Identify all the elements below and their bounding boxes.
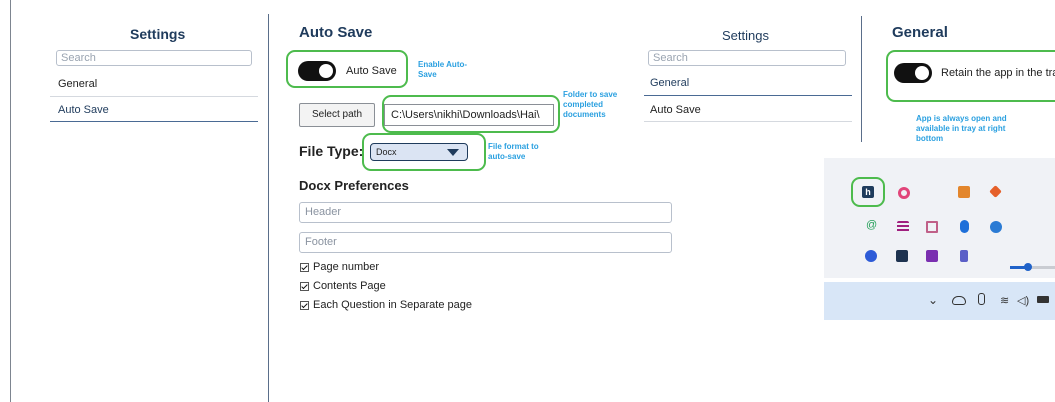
- onenote-icon[interactable]: [926, 250, 938, 262]
- divider: [50, 96, 258, 97]
- auto-save-toggle[interactable]: [298, 61, 336, 81]
- annotation-enable: Enable Auto-Save: [418, 60, 468, 79]
- panel-divider: [268, 14, 269, 402]
- sidebar-item-general[interactable]: General: [58, 78, 97, 90]
- window-edge: [10, 0, 11, 402]
- auto-save-heading: Auto Save: [299, 24, 373, 41]
- general-heading: General: [892, 24, 948, 41]
- tray-popup: [824, 158, 1055, 278]
- path-field[interactable]: C:\Users\nikhi\Downloads\Hai\: [384, 104, 554, 126]
- wifi-icon[interactable]: ≋: [1000, 294, 1009, 307]
- bluetooth-icon[interactable]: [960, 220, 969, 233]
- orange-box-icon[interactable]: [958, 186, 970, 198]
- microphone-icon[interactable]: [978, 293, 985, 305]
- contents-page-checkbox[interactable]: Contents Page: [300, 280, 386, 292]
- sidebar-item-general-right[interactable]: General: [650, 77, 689, 89]
- header-input[interactable]: Header: [299, 202, 672, 223]
- checkbox-label: Each Question in Separate page: [313, 299, 473, 311]
- docx-preferences-heading: Docx Preferences: [299, 178, 409, 193]
- panel-divider-right: [861, 16, 862, 142]
- vpn-icon[interactable]: [990, 221, 1002, 233]
- shield-icon[interactable]: [926, 221, 938, 233]
- settings-title-right: Settings: [722, 28, 769, 43]
- speaker-icon[interactable]: ◁): [1017, 294, 1029, 307]
- select-path-button[interactable]: Select path: [299, 103, 375, 127]
- footer-input[interactable]: Footer: [299, 232, 672, 253]
- sidebar-item-auto-save-right[interactable]: Auto Save: [650, 104, 701, 116]
- annotation-tray: App is always open and available in tray…: [916, 114, 1007, 143]
- file-type-select[interactable]: Docx: [370, 143, 468, 161]
- h-app-icon[interactable]: h: [862, 186, 874, 198]
- active-underline-right: [644, 95, 852, 96]
- checkbox-icon[interactable]: [300, 300, 309, 310]
- search-input-right[interactable]: Search: [648, 50, 846, 66]
- file-type-value: Docx: [376, 147, 397, 157]
- checkbox-label: Page number: [313, 261, 380, 273]
- cloud-icon[interactable]: [952, 296, 966, 305]
- chevron-up-icon[interactable]: ⌄: [928, 293, 938, 307]
- chevron-down-icon: [447, 149, 459, 156]
- file-type-label: File Type:: [299, 143, 364, 159]
- toggle-knob: [915, 66, 929, 80]
- stack-icon[interactable]: [897, 221, 909, 233]
- at-sign-icon[interactable]: @: [866, 219, 877, 231]
- pink-circle-icon[interactable]: [898, 187, 910, 199]
- checkbox-label: Contents Page: [313, 280, 386, 292]
- retain-tray-toggle[interactable]: [894, 63, 932, 83]
- retain-tray-label: Retain the app in the tray: [941, 67, 1055, 79]
- zoom-icon[interactable]: [865, 250, 877, 262]
- separate-page-checkbox[interactable]: Each Question in Separate page: [300, 299, 472, 311]
- auto-save-toggle-label: Auto Save: [346, 65, 397, 77]
- slider-thumb[interactable]: [1024, 263, 1032, 271]
- checkbox-icon[interactable]: [300, 262, 309, 272]
- annotation-file-format: File format to auto-save: [488, 142, 539, 161]
- divider-right: [644, 121, 852, 122]
- teams-icon[interactable]: [960, 250, 968, 262]
- checkbox-icon[interactable]: [300, 281, 309, 291]
- search-input[interactable]: Search: [56, 50, 252, 66]
- sidebar-item-auto-save[interactable]: Auto Save: [58, 104, 109, 116]
- terminal-icon[interactable]: [896, 250, 908, 262]
- annotation-folder: Folder to save completed documents: [563, 90, 618, 119]
- settings-title: Settings: [130, 26, 186, 42]
- page-number-checkbox[interactable]: Page number: [300, 261, 379, 273]
- active-underline: [50, 121, 258, 122]
- battery-icon: [1037, 296, 1049, 303]
- toggle-knob: [319, 64, 333, 78]
